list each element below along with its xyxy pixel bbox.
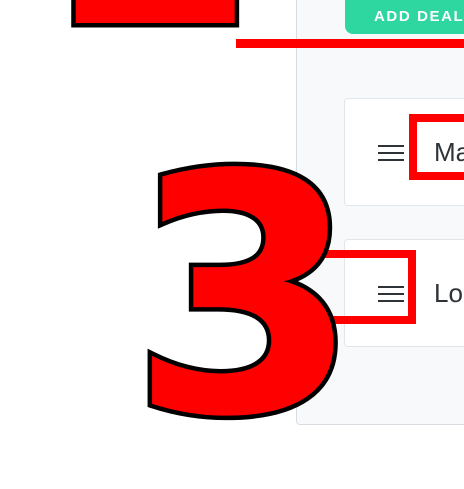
drag-handle-icon[interactable]	[378, 144, 404, 162]
deal-card[interactable]: Lo	[344, 239, 464, 347]
step-number-2: 2	[48, 0, 266, 74]
deal-card[interactable]: Ma	[344, 98, 464, 206]
drag-handle-icon[interactable]	[378, 285, 404, 303]
deal-card-title: Ma	[434, 137, 464, 167]
add-deal-button[interactable]: ADD DEAL	[345, 0, 464, 34]
step-number-3: 3	[126, 105, 365, 489]
deal-card-title: Lo	[434, 278, 463, 308]
